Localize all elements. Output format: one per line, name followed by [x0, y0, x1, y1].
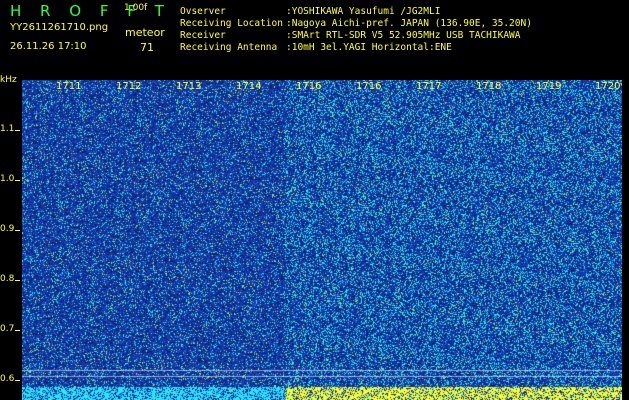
- waterfall-spectrogram: [22, 80, 622, 400]
- y-tick: [15, 330, 20, 331]
- x-tick-label: 1713: [176, 81, 202, 92]
- info-location: Receiving Location:Nagoya Aichi-pref. JA…: [180, 18, 532, 29]
- y-label-1-1: 1.1: [0, 124, 15, 134]
- x-tick-label: 1716: [296, 81, 322, 92]
- info-receiver: Receiver :SMArt RTL-SDR V5 52.905MHz USB …: [180, 30, 521, 41]
- info-value: :10mH 3el.YAGI Horizontal:ENE: [286, 42, 452, 53]
- y-tick: [15, 280, 20, 281]
- y-tick: [15, 230, 20, 231]
- info-value: :SMArt RTL-SDR V5 52.905MHz USB TACHIKAW…: [286, 30, 521, 41]
- x-tick-label: 1712: [116, 81, 142, 92]
- info-value: :Nagoya Aichi-pref. JAPAN (136.90E, 35.2…: [286, 18, 532, 29]
- filename-label: YY2611261710.png: [10, 22, 109, 33]
- x-tick-label: 1718: [476, 81, 502, 92]
- info-key: Receiving Location: [180, 18, 283, 29]
- y-label-0-6: 0.6: [0, 374, 15, 384]
- y-tick: [15, 180, 20, 181]
- y-label-0-9: 0.9: [0, 224, 15, 234]
- x-tick-label: 1716: [356, 81, 382, 92]
- version-label: 1.00f: [124, 3, 148, 13]
- y-label-1-0: 1.0: [0, 174, 15, 184]
- x-tick-label: 1717: [416, 81, 442, 92]
- y-tick: [15, 130, 20, 131]
- info-antenna: Receiving Antenna :10mH 3el.YAGI Horizont…: [180, 42, 452, 53]
- y-label-0-7: 0.7: [0, 324, 15, 334]
- x-tick-label: 1720: [595, 81, 621, 92]
- axis-unit-label: kHz: [0, 75, 17, 85]
- datetime-label: 26.11.26 17:10: [10, 41, 87, 52]
- y-label-0-8: 0.8: [0, 274, 15, 284]
- x-tick-label: 1714: [236, 81, 262, 92]
- info-key: Receiver: [180, 30, 226, 41]
- x-tick-label: 1711: [56, 81, 82, 92]
- x-tick-label: 1719: [536, 81, 562, 92]
- meteor-count: 71: [140, 41, 154, 54]
- info-key: Receiving Antenna: [180, 42, 278, 53]
- info-observer: Ovserver :YOSHIKAWA Yasufumi /JG2MLI: [180, 6, 440, 17]
- info-key: Ovserver: [180, 6, 226, 17]
- info-value: :YOSHIKAWA Yasufumi /JG2MLI: [286, 6, 441, 17]
- y-tick: [15, 380, 20, 381]
- meteor-label: meteor: [125, 26, 165, 39]
